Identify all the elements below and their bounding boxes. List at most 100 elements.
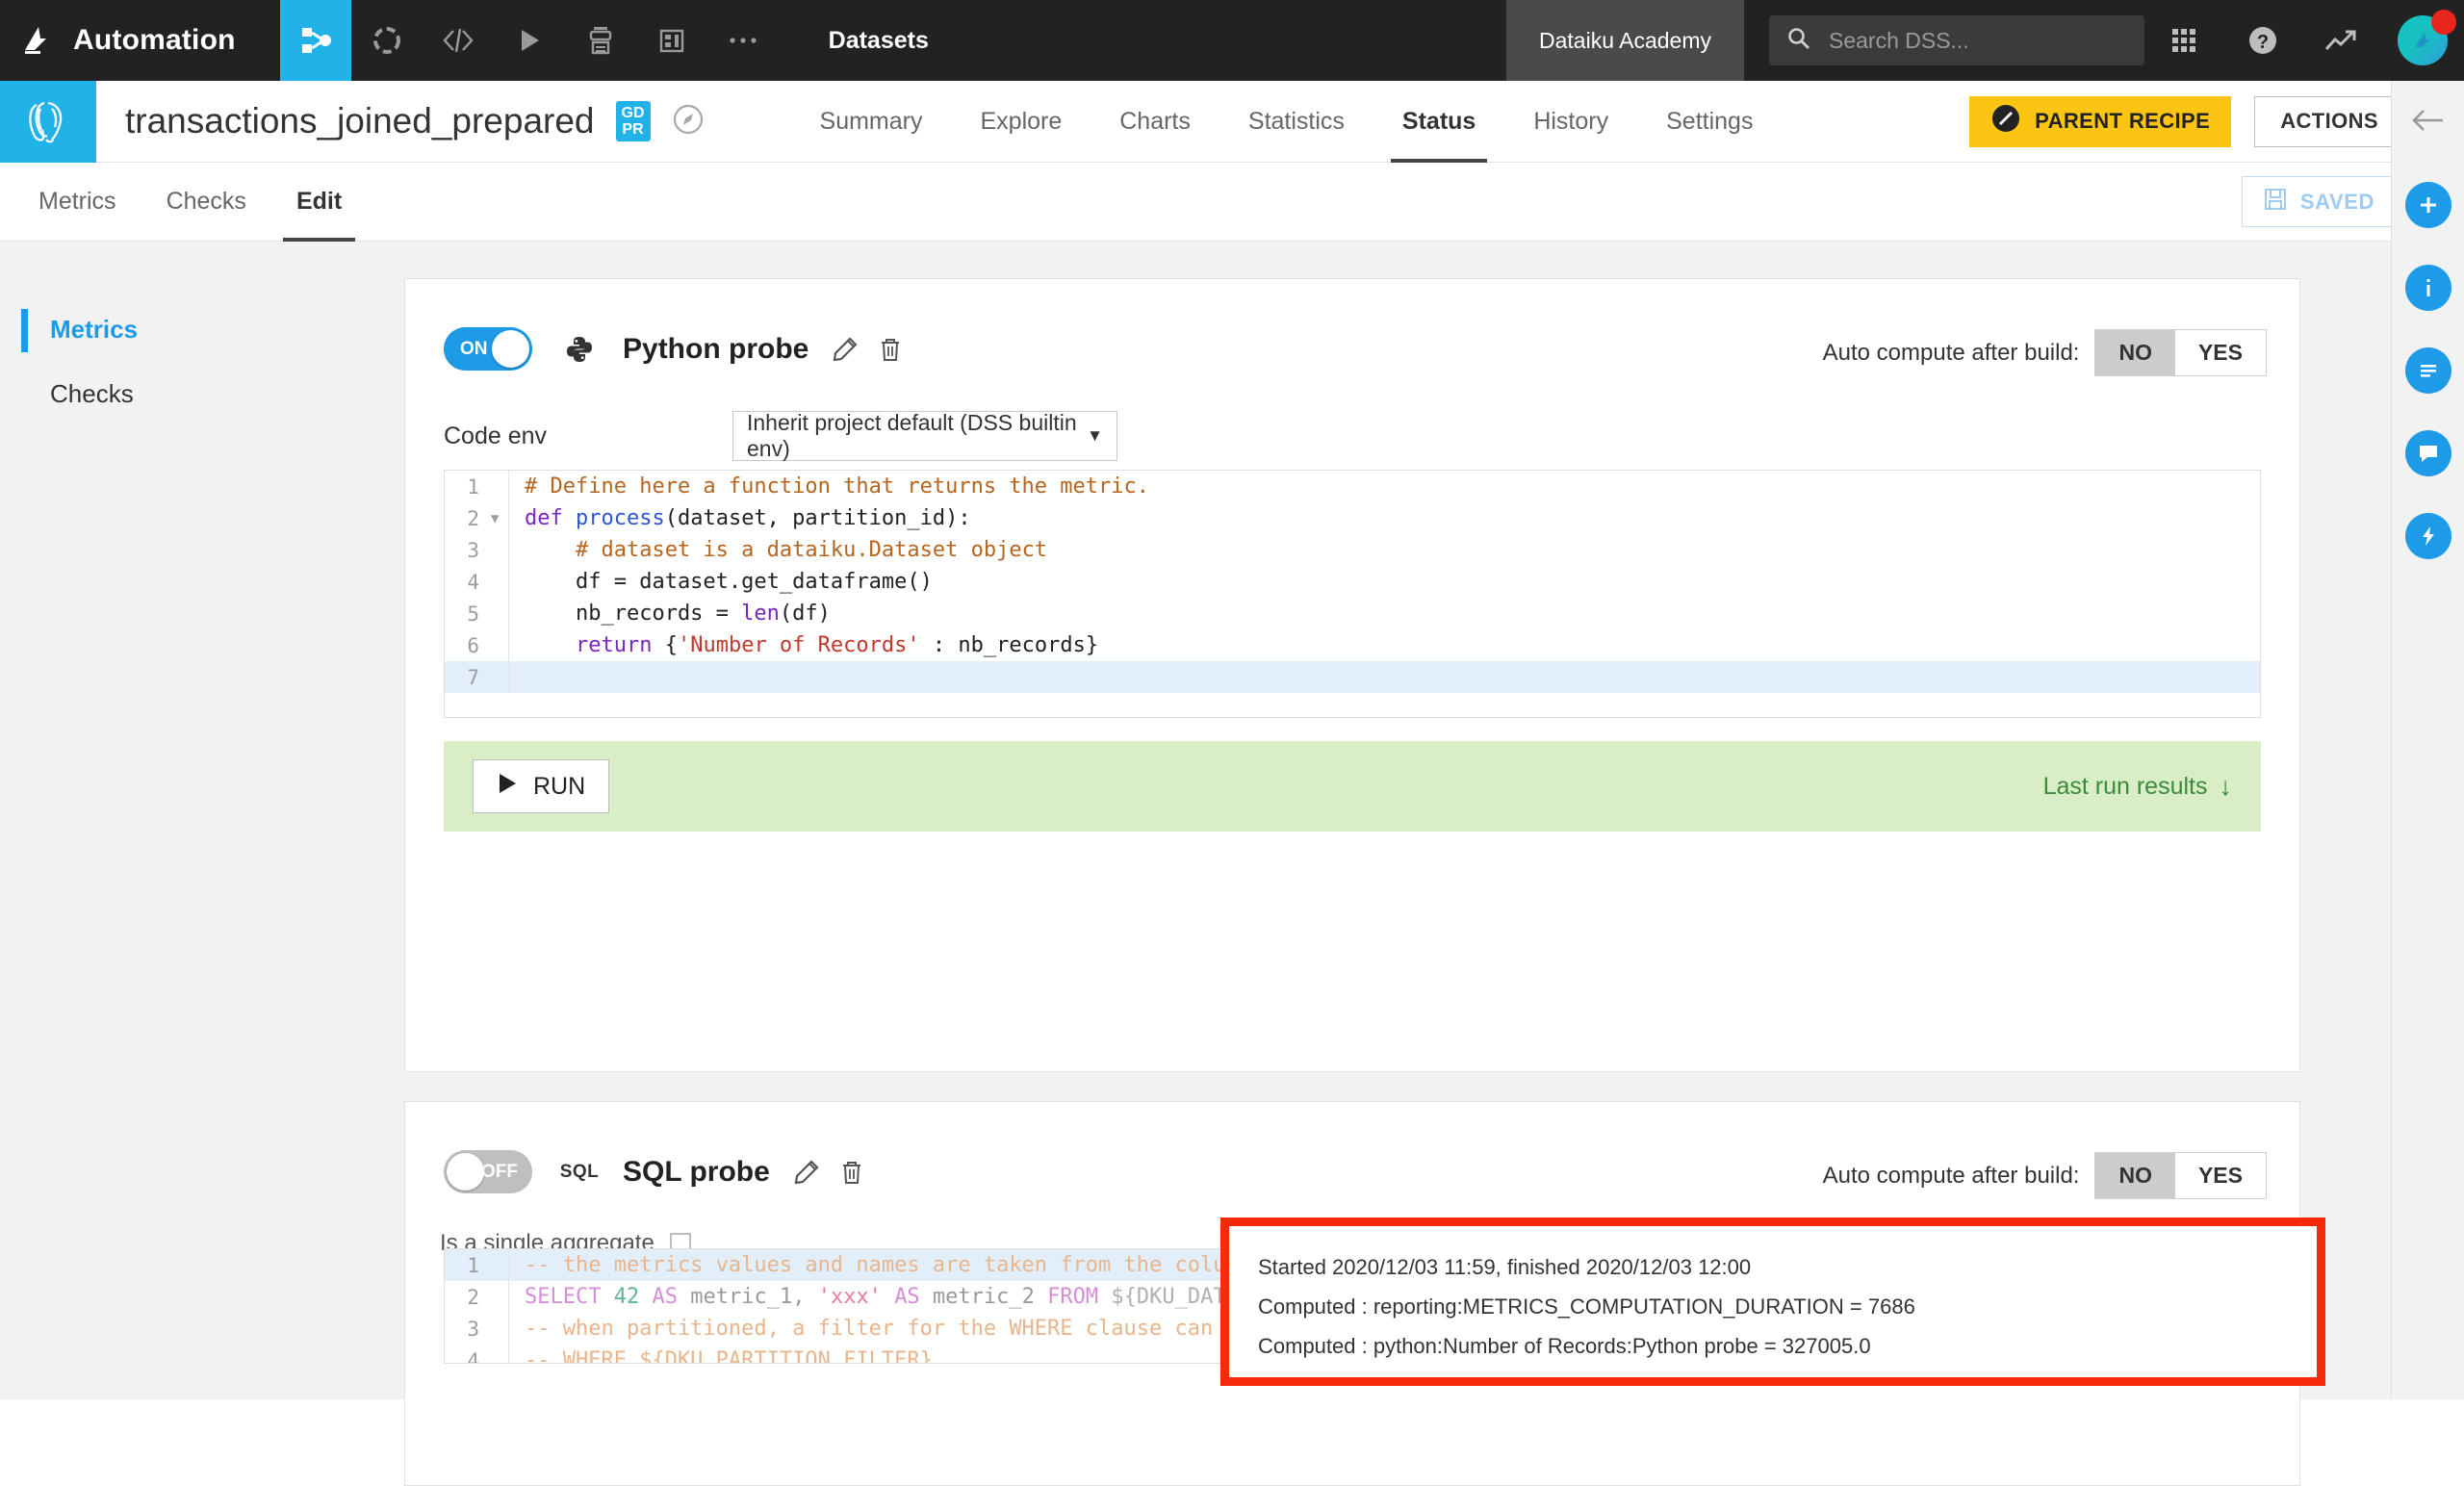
arrow-down-icon: ↓	[2220, 772, 2233, 802]
tab-explore[interactable]: Explore	[951, 81, 1091, 163]
last-run-results-toggle[interactable]: Last run results ↓	[2043, 772, 2232, 802]
code-icon[interactable]	[423, 0, 494, 81]
auto-compute-label: Auto compute after build:	[1823, 340, 2080, 367]
parent-recipe-label: PARENT RECIPE	[2035, 109, 2210, 134]
code-env-select[interactable]: Inherit project default (DSS builtin env…	[732, 411, 1117, 461]
info-glyph	[2405, 265, 2451, 311]
left-rail: Metrics Checks	[0, 242, 404, 1399]
code-text: # dataset is a dataiku.Dataset object	[525, 538, 1047, 562]
python-probe-toggle[interactable]: ON	[444, 327, 532, 371]
auto-compute-no-button[interactable]: NO	[2095, 1153, 2175, 1198]
dataiku-academy-link[interactable]: Dataiku Academy	[1506, 0, 1744, 81]
apps-grid-icon[interactable]	[2144, 0, 2223, 81]
code-line: 4 df = dataset.get_dataframe()	[445, 566, 2260, 598]
postgresql-elephant-icon	[0, 81, 96, 163]
editor-gutter-divider	[508, 1249, 509, 1281]
top-navigation-bar: Automation Datasets Dataiku Academy	[0, 0, 2464, 81]
python-probe-name: Python probe	[623, 333, 808, 366]
help-question-icon[interactable]: ?	[2223, 0, 2302, 81]
auto-compute-yes-button[interactable]: YES	[2175, 330, 2266, 375]
python-probe-header: ON Python probe Auto compute after build…	[405, 279, 2299, 371]
python-code-editor[interactable]: 1 # Define here a function that returns …	[444, 470, 2261, 718]
code-env-row: Code env Inherit project default (DSS bu…	[405, 371, 2299, 461]
editor-gutter-divider	[508, 471, 509, 502]
flow-icon[interactable]	[280, 0, 351, 81]
sql-type-mark: SQL	[560, 1162, 600, 1183]
editor-gutter-divider	[508, 534, 509, 566]
project-name[interactable]: Automation	[73, 24, 236, 57]
line-number: 5	[445, 602, 491, 626]
nav-icon-group	[280, 0, 779, 81]
editor-gutter-divider	[508, 566, 509, 598]
sql-text-icon: SQL	[561, 1162, 598, 1183]
tab-history[interactable]: History	[1504, 81, 1637, 163]
avatar[interactable]	[2381, 0, 2464, 81]
back-arrow-glyph	[2411, 108, 2446, 138]
add-plus-icon[interactable]	[2392, 164, 2464, 246]
more-ellipsis-icon[interactable]	[707, 0, 779, 81]
tab-status[interactable]: Status	[1373, 81, 1504, 163]
notification-badge	[2431, 10, 2456, 35]
gdpr-badge-top: GD	[622, 105, 645, 121]
svg-text:?: ?	[2257, 32, 2269, 53]
broom-prepare-recipe-icon	[1990, 103, 2021, 140]
sql-probe-header: OFF SQL SQL probe Auto compute after bui…	[405, 1102, 2299, 1193]
run-button[interactable]: RUN	[473, 759, 609, 813]
search-icon	[1786, 26, 1811, 56]
gdpr-badge: GD PR	[616, 101, 651, 141]
compass-icon[interactable]	[672, 103, 705, 141]
subtab-metrics[interactable]: Metrics	[13, 163, 141, 242]
code-line: 3 # dataset is a dataiku.Dataset object	[445, 534, 2260, 566]
trash-delete-icon[interactable]	[878, 336, 903, 363]
chevron-down-icon: ▼	[1087, 426, 1103, 446]
saved-button[interactable]: SAVED	[2242, 176, 2397, 227]
python-auto-compute-group: Auto compute after build: NO YES	[1823, 329, 2267, 376]
actions-button[interactable]: ACTIONS	[2254, 96, 2404, 147]
fold-marker[interactable]: ▼	[491, 511, 508, 526]
saved-label: SAVED	[2300, 190, 2374, 215]
editor-gutter-divider	[508, 629, 509, 661]
toggle-knob	[492, 330, 529, 368]
details-list-glyph	[2405, 347, 2451, 394]
pencil-edit-icon[interactable]	[832, 336, 859, 363]
jobs-play-icon[interactable]	[494, 0, 565, 81]
line-number: 1	[445, 475, 491, 499]
code-env-value: Inherit project default (DSS builtin env…	[747, 410, 1087, 462]
actions-lightning-icon[interactable]	[2392, 495, 2464, 577]
right-rail	[2391, 81, 2464, 1399]
auto-compute-yes-button[interactable]: YES	[2175, 1153, 2266, 1198]
info-icon[interactable]	[2392, 246, 2464, 329]
details-list-icon[interactable]	[2392, 329, 2464, 412]
line-number: 3	[445, 539, 491, 562]
sql-probe-toggle-label: OFF	[481, 1162, 518, 1183]
lab-icon[interactable]	[351, 0, 423, 81]
subtab-checks[interactable]: Checks	[141, 163, 271, 242]
pencil-edit-icon[interactable]	[793, 1159, 820, 1186]
last-run-results-label: Last run results	[2043, 773, 2208, 801]
tab-settings[interactable]: Settings	[1637, 81, 1782, 163]
tab-statistics[interactable]: Statistics	[1219, 81, 1373, 163]
trending-up-icon[interactable]	[2302, 0, 2381, 81]
sidebar-item-checks[interactable]: Checks	[0, 362, 404, 426]
parent-recipe-button[interactable]: PARENT RECIPE	[1969, 96, 2231, 147]
search-input[interactable]: Search DSS...	[1769, 15, 2144, 65]
python-probe-toggle-label: ON	[460, 339, 488, 360]
line-number: 2	[445, 507, 491, 530]
sql-probe-toggle[interactable]: OFF	[444, 1150, 532, 1193]
discussions-chat-icon[interactable]	[2392, 412, 2464, 495]
back-arrow-icon[interactable]	[2392, 81, 2464, 164]
code-line: 2 ▼ def process(dataset, partition_id):	[445, 502, 2260, 534]
tab-charts[interactable]: Charts	[1091, 81, 1219, 163]
tab-summary[interactable]: Summary	[791, 81, 952, 163]
line-number: 7	[445, 666, 491, 689]
editor-gutter-divider	[508, 661, 509, 693]
auto-compute-no-button[interactable]: NO	[2095, 330, 2175, 375]
trash-delete-icon[interactable]	[839, 1159, 864, 1186]
auto-compute-segmented-control: NO YES	[2094, 329, 2267, 376]
dataiku-bird-logo[interactable]	[0, 0, 56, 81]
dashboards-icon[interactable]	[636, 0, 707, 81]
sidebar-item-metrics[interactable]: Metrics	[0, 297, 404, 362]
subtab-edit[interactable]: Edit	[271, 163, 367, 242]
topnav-right-group: Dataiku Academy Search DSS... ?	[1506, 0, 2464, 81]
notebooks-icon[interactable]	[565, 0, 636, 81]
